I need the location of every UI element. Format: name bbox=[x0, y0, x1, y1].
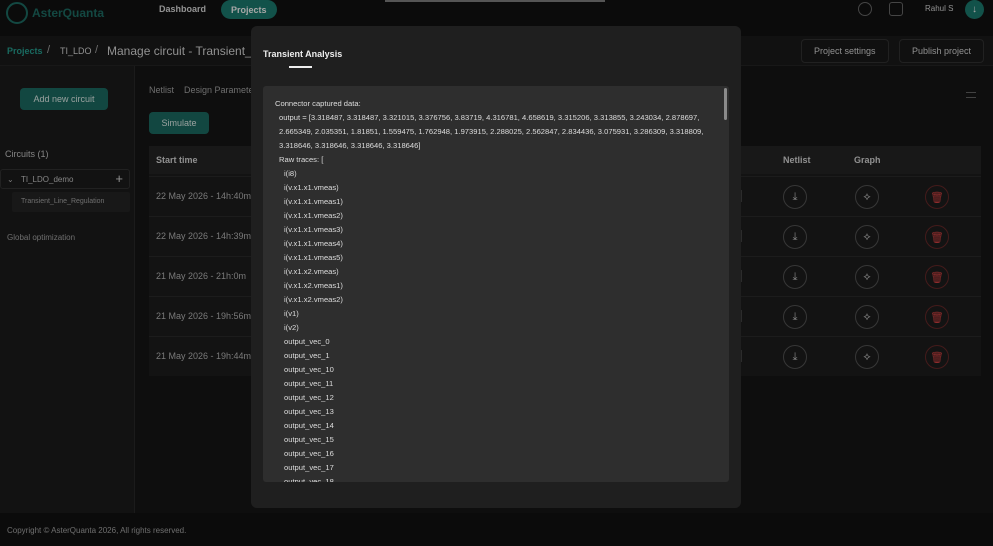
modal-title: Transient Analysis bbox=[263, 49, 343, 59]
code-line: i(v.x1.x2.vmeas) bbox=[284, 267, 339, 276]
code-line: i(v1) bbox=[284, 309, 299, 318]
code-line: output_vec_14 bbox=[284, 421, 334, 430]
code-line: output_vec_10 bbox=[284, 365, 334, 374]
modal-tab-indicator bbox=[289, 66, 312, 68]
code-line: Connector captured data: bbox=[275, 99, 361, 108]
code-line: output_vec_12 bbox=[284, 393, 334, 402]
code-line: i(v.x1.x1.vmeas1) bbox=[284, 197, 343, 206]
transient-analysis-modal: Transient Analysis Connector captured da… bbox=[251, 26, 741, 508]
code-line: output_vec_1 bbox=[284, 351, 330, 360]
code-line: output_vec_17 bbox=[284, 463, 334, 472]
code-line: i(v.x1.x1.vmeas3) bbox=[284, 225, 343, 234]
code-line: i(v.x1.x1.vmeas2) bbox=[284, 211, 343, 220]
captured-data-text: Connector captured data: output = [3.318… bbox=[275, 97, 715, 482]
code-line: output_vec_0 bbox=[284, 337, 330, 346]
code-line: i(v.x1.x1.vmeas) bbox=[284, 183, 339, 192]
page-scrollbar[interactable] bbox=[385, 0, 605, 2]
code-line: i(v.x1.x2.vmeas2) bbox=[284, 295, 343, 304]
code-line: output_vec_11 bbox=[284, 379, 334, 388]
code-line-output: output = [3.318487, 3.318487, 3.321015, … bbox=[279, 113, 704, 150]
code-line: output_vec_15 bbox=[284, 435, 334, 444]
code-line: i(v2) bbox=[284, 323, 299, 332]
code-line: output_vec_18 bbox=[284, 477, 334, 482]
code-line: output_vec_13 bbox=[284, 407, 334, 416]
code-line: Raw traces: [ bbox=[279, 155, 324, 164]
code-line: output_vec_16 bbox=[284, 449, 334, 458]
code-line: i(v.x1.x1.vmeas4) bbox=[284, 239, 343, 248]
code-scrollbar[interactable] bbox=[724, 88, 727, 120]
code-line: i(v.x1.x2.vmeas1) bbox=[284, 281, 343, 290]
code-line: i(v.x1.x1.vmeas5) bbox=[284, 253, 343, 262]
code-line: i(i8) bbox=[284, 169, 297, 178]
captured-data-box[interactable]: Connector captured data: output = [3.318… bbox=[263, 86, 729, 482]
